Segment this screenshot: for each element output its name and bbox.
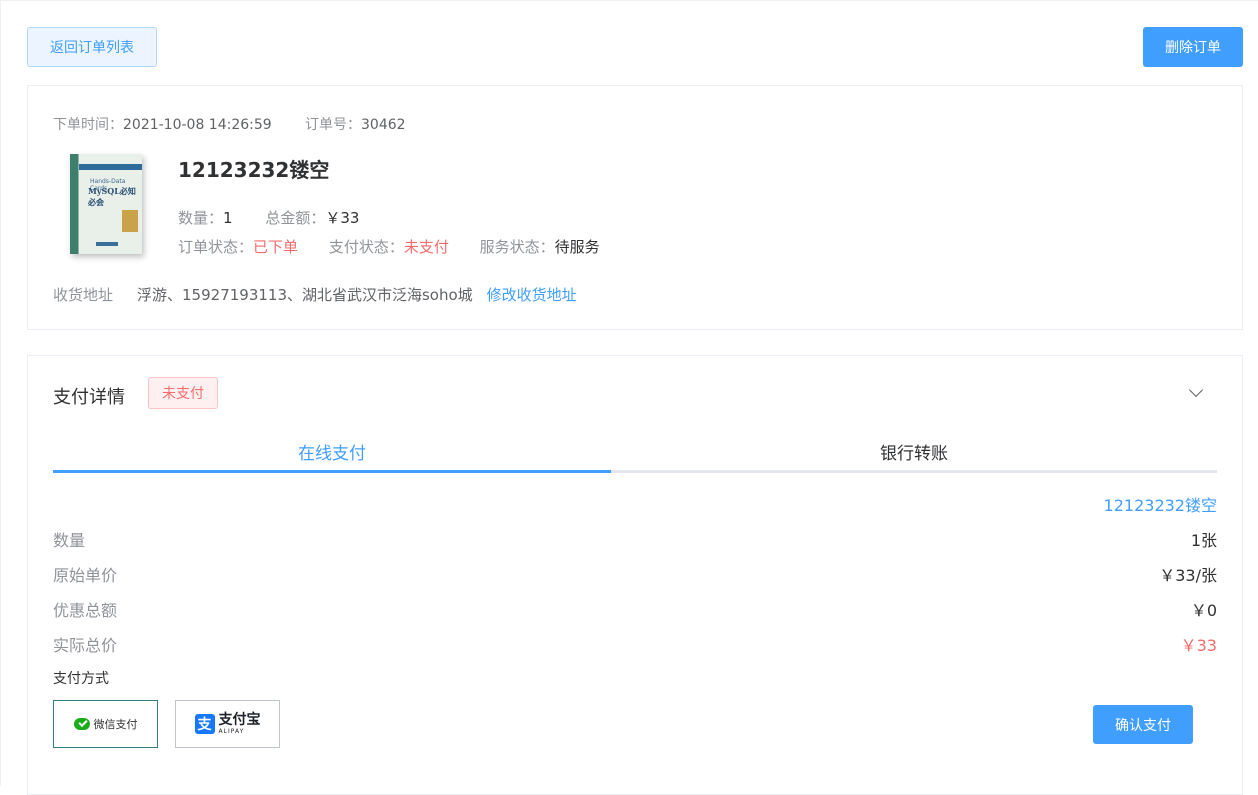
book-band: [78, 164, 142, 170]
payment-row-actual-total: 实际总价 ￥33: [53, 632, 1217, 656]
order-status-label: 订单状态：: [178, 238, 254, 256]
order-number-label: 订单号：: [305, 117, 361, 133]
pay-status-value: 未支付: [403, 238, 449, 256]
order-number-value: 30462: [361, 117, 406, 133]
payment-status-badge: 未支付: [148, 377, 218, 409]
payment-row-key: 数量: [53, 531, 86, 550]
book-cover-line2: MySQL必知必会: [88, 186, 136, 207]
payment-row-quantity: 数量 1张: [53, 527, 1217, 551]
frame-left-border: [0, 0, 1, 786]
payment-row-discount: 优惠总额 ￥0: [53, 597, 1217, 621]
payment-details-card: 支付详情 未支付 在线支付 银行转账 12123232镂空 数量 1张 原始单价…: [27, 355, 1243, 795]
quantity-value: 1: [223, 209, 233, 227]
quantity-total-row: 数量：1 总金额：￥33: [178, 207, 359, 228]
order-time-label: 下单时间：: [53, 117, 123, 133]
payment-row-key: 原始单价: [53, 566, 118, 585]
tab-active-indicator: [53, 470, 611, 473]
tab-online-payment[interactable]: 在线支付: [53, 428, 611, 474]
payment-row-unit-price: 原始单价 ￥33/张: [53, 562, 1217, 586]
wechat-pay-label: 微信支付: [93, 718, 138, 731]
alipay-option[interactable]: 支 支付宝 ALIPAY: [175, 700, 280, 748]
service-status-value: 待服务: [554, 238, 600, 256]
service-status-label: 服务状态：: [479, 238, 555, 256]
total-amount-value: ￥33: [325, 209, 360, 227]
order-number: 订单号：30462: [305, 114, 406, 134]
alipay-icon: 支: [194, 714, 215, 734]
order-status-value: 已下单: [253, 238, 299, 256]
order-time: 下单时间：2021-10-08 14:26:59: [53, 114, 272, 134]
book-cover-picture: [122, 210, 138, 232]
total-amount-label: 总金额：: [265, 209, 326, 227]
back-to-order-list-button[interactable]: 返回订单列表: [27, 27, 157, 67]
payment-method-label: 支付方式: [53, 671, 109, 687]
address-value: 浮游、15927193113、湖北省武汉市泛海soho城: [137, 286, 473, 304]
payment-row-value: ￥33: [1180, 636, 1217, 655]
payment-product-name[interactable]: 12123232镂空: [1104, 492, 1217, 516]
product-title: 12123232镂空: [178, 158, 330, 182]
tab-bank-transfer[interactable]: 银行转账: [611, 428, 1217, 474]
edit-address-link[interactable]: 修改收货地址: [487, 286, 577, 304]
payment-row-value: ￥33/张: [1159, 566, 1217, 585]
alipay-label: 支付宝: [218, 712, 261, 728]
status-row: 订单状态：已下单 支付状态：未支付 服务状态：待服务: [178, 236, 600, 257]
order-time-value: 2021-10-08 14:26:59: [123, 117, 272, 133]
payment-details-title: 支付详情: [53, 387, 125, 408]
frame-top-border: [0, 0, 1258, 1]
payment-row-value: ￥0: [1190, 601, 1217, 620]
pay-status-label: 支付状态：: [328, 238, 404, 256]
product-image: Hands-Data Cards MySQL必知必会: [70, 154, 142, 254]
book-cover-bar: [96, 242, 118, 246]
payment-row-key: 优惠总额: [53, 601, 118, 620]
payment-row-value: 1张: [1190, 531, 1217, 550]
order-info-card: 下单时间：2021-10-08 14:26:59 订单号：30462 Hands…: [27, 85, 1243, 330]
shipping-address: 收货地址 浮游、15927193113、湖北省武汉市泛海soho城 修改收货地址: [53, 284, 577, 305]
wechat-icon: [73, 718, 90, 730]
delete-order-button[interactable]: 删除订单: [1143, 27, 1243, 67]
payment-row-key: 实际总价: [53, 636, 118, 655]
alipay-en-label: ALIPAY: [218, 728, 245, 735]
wechat-pay-option[interactable]: 微信支付: [53, 700, 158, 748]
alipay-text: 支付宝 ALIPAY: [219, 713, 261, 735]
chevron-down-icon[interactable]: [1188, 382, 1204, 398]
address-label: 收货地址: [53, 286, 114, 304]
confirm-payment-button[interactable]: 确认支付: [1093, 705, 1193, 744]
quantity-label: 数量：: [178, 209, 224, 227]
